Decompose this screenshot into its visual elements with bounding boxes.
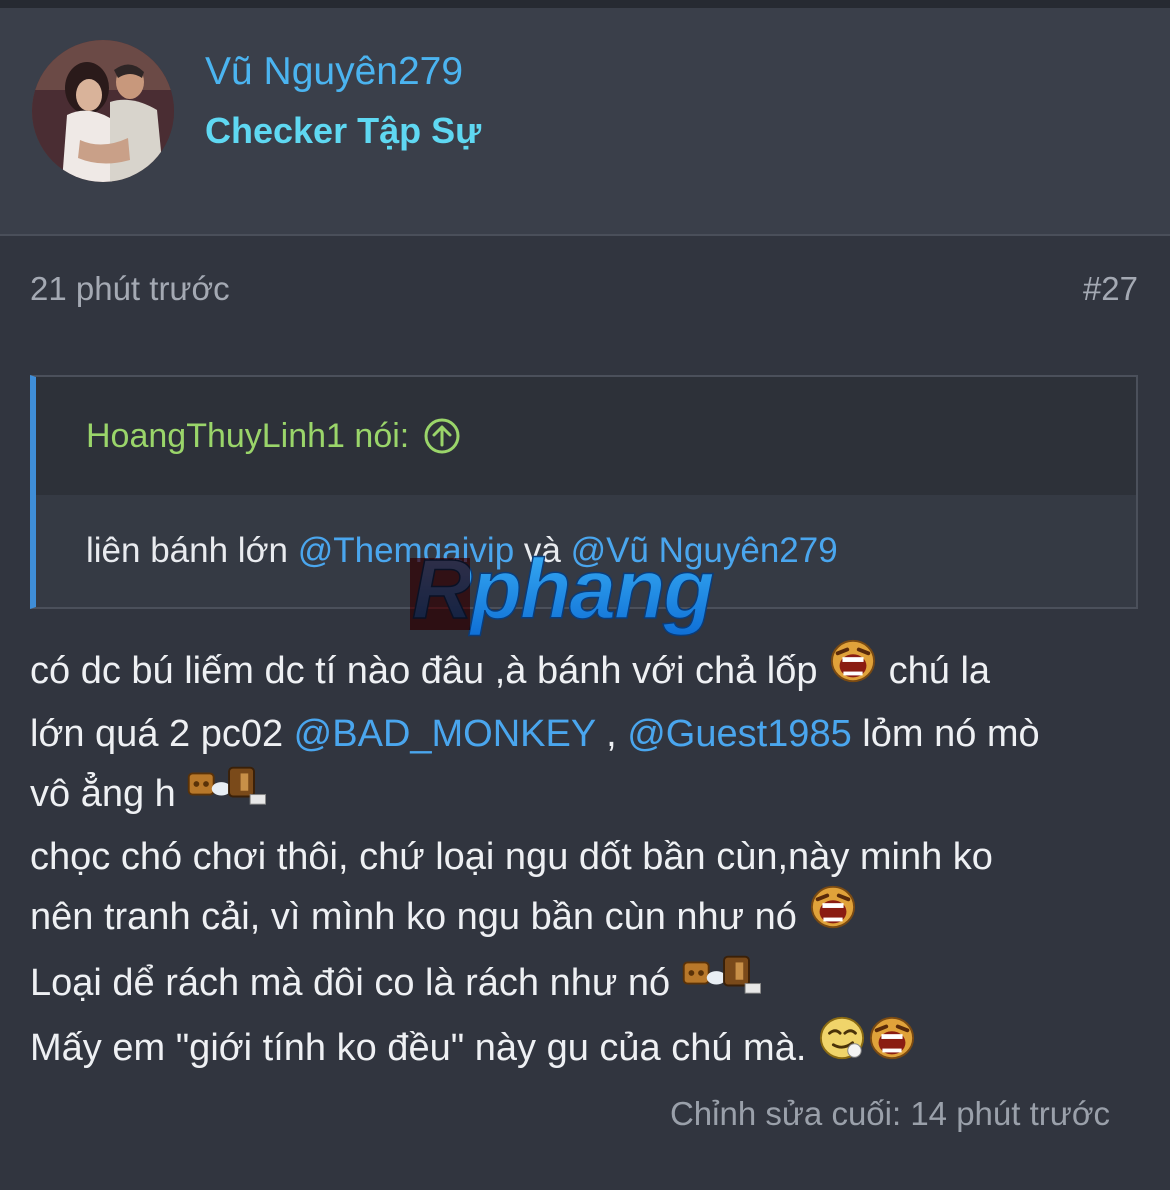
user-title: Checker Tập Sự (205, 110, 482, 151)
watermark-logo: Rphang (410, 541, 770, 640)
post-line-5: nên tranh cải, vì mình ko ngu bần cùn nh… (30, 883, 1145, 952)
quote-header: HoangThuyLinh1 nói: (36, 377, 1136, 495)
quote-text-prefix: liên bánh lớn (86, 531, 298, 570)
quote-author[interactable]: HoangThuyLinh1 nói: (86, 417, 409, 456)
last-edited-note: Chỉnh sửa cuối: 14 phút trước (669, 1095, 1110, 1132)
post-line-1: có dc bú liếm dc tí nào đâu ,à bánh với … (30, 637, 1145, 706)
post-line-2-sep: , (595, 712, 628, 755)
avatar-photo-icon (32, 40, 174, 182)
post-body: có dc bú liếm dc tí nào đâu ,à bánh với … (30, 637, 1145, 1083)
post-line-1-text: có dc bú liếm dc tí nào đâu ,à bánh với … (30, 649, 829, 692)
username[interactable]: Vũ Nguyên279 (205, 50, 463, 94)
post-line-2-tail: lỏm nó mò (851, 712, 1040, 755)
post-line-5-text: nên tranh cải, vì mình ko ngu bần cùn nh… (30, 895, 808, 938)
post-time[interactable]: 21 phút trước (30, 270, 230, 308)
arrow-up-circle-icon[interactable] (423, 417, 461, 455)
laughing-emoji-icon (828, 637, 878, 703)
post-number[interactable]: #27 (1083, 270, 1138, 308)
laughing-emoji-icon (867, 1014, 917, 1080)
mention-bad-monkey[interactable]: @BAD_MONKEY (294, 713, 596, 755)
gun-shooting-emoji-icon (681, 949, 769, 1015)
post-line-2-prefix: lớn quá 2 pc02 (30, 712, 294, 755)
post-line-7-text: Mấy em "giới tính ko đều" này gu của chú… (30, 1026, 817, 1069)
post-line-7: Mấy em "giới tính ko đều" này gu của chú… (30, 1014, 1145, 1083)
post-line-6: Loại dể rách mà đôi co là rách như nó (30, 952, 1145, 1018)
post-line-6-text: Loại dể rách mà đôi co là rách như nó (30, 961, 681, 1004)
post-line-4: chọc chó chơi thôi, chứ loại ngu dốt bần… (30, 835, 993, 878)
post-line-3: vô ẳng h (30, 763, 1145, 829)
mention-guest1985[interactable]: @Guest1985 (627, 713, 852, 755)
gun-shooting-emoji-icon (186, 760, 274, 826)
user-avatar[interactable] (32, 40, 174, 182)
post-line-1-tail: chú la (878, 649, 991, 692)
sly-face-emoji-icon (817, 1014, 867, 1080)
top-strip (0, 0, 1170, 8)
post-line-3-text: vô ẳng h (30, 772, 187, 815)
post-line-2: lớn quá 2 pc02 @BAD_MONKEY , @Guest1985 … (30, 706, 1145, 764)
user-header: Vũ Nguyên279 Checker Tập Sự (0, 8, 1170, 236)
laughing-emoji-icon (808, 883, 858, 949)
